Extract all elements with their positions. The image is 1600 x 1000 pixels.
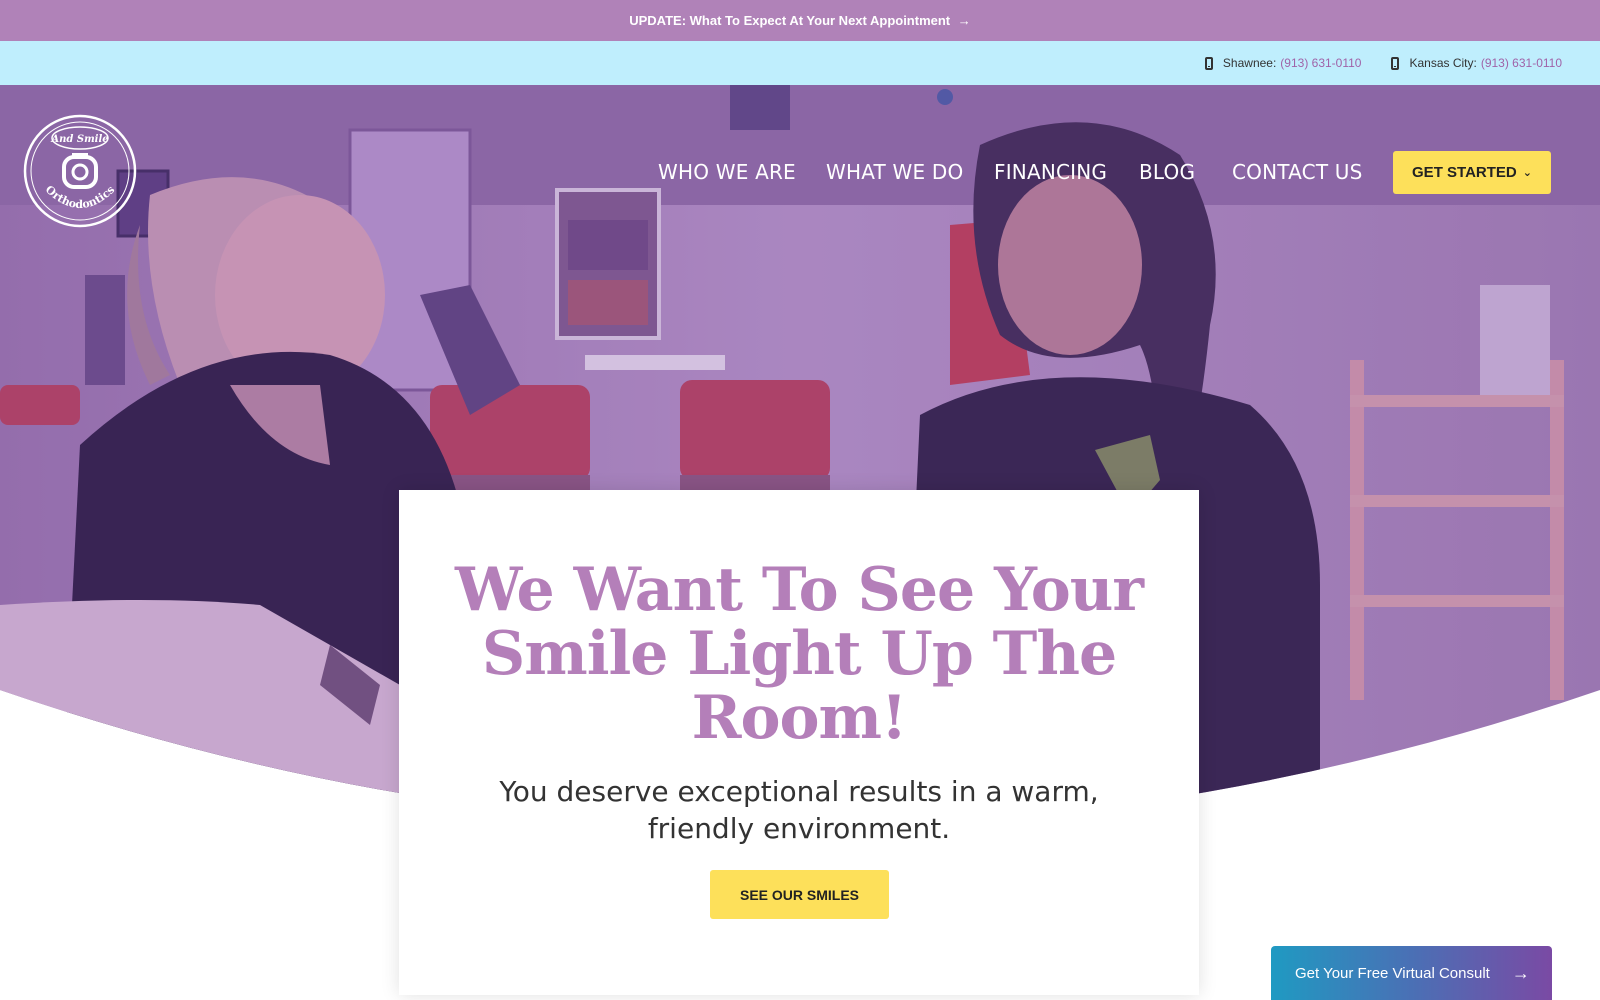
mobile-phone-icon: [1204, 56, 1213, 70]
arrow-right-icon: →: [957, 13, 971, 28]
mobile-phone-icon: [1391, 56, 1400, 70]
nav-who-we-are[interactable]: WHO WE ARE: [658, 160, 796, 184]
get-started-label: GET STARTED: [1412, 164, 1517, 181]
virtual-consult-button[interactable]: Get Your Free Virtual Consult →: [1271, 946, 1552, 1000]
hero-card: We Want To See Your Smile Light Up The R…: [399, 490, 1199, 995]
main-nav: WHO WE ARE WHAT WE DO FINANCING BLOG CON…: [0, 150, 1600, 194]
phone-bar: Shawnee: (913) 631-0110 Kansas City: (91…: [0, 41, 1600, 85]
chevron-down-icon: ⌄: [1522, 167, 1532, 179]
arrow-right-icon: →: [1511, 962, 1530, 983]
nav-contact-us[interactable]: CONTACT US: [1232, 160, 1363, 184]
get-started-button[interactable]: GET STARTED ⌄: [1393, 151, 1551, 194]
nav-blog[interactable]: BLOG: [1139, 160, 1195, 184]
phone-label: Shawnee:: [1222, 56, 1277, 70]
phone-number-link[interactable]: (913) 631-0110: [1280, 56, 1361, 70]
announcement-link[interactable]: UPDATE: What To Expect At Your Next Appo…: [629, 13, 971, 28]
see-our-smiles-button[interactable]: SEE OUR SMILES: [710, 870, 889, 919]
announcement-text: UPDATE: What To Expect At Your Next Appo…: [629, 13, 951, 28]
nav-financing[interactable]: FINANCING: [994, 160, 1107, 184]
phone-kansas-city: Kansas City: (913) 631-0110: [1391, 56, 1562, 70]
hero-subline: You deserve exceptional results in a war…: [499, 775, 1099, 845]
phone-shawnee: Shawnee: (913) 631-0110: [1204, 56, 1361, 70]
nav-what-we-do[interactable]: WHAT WE DO: [826, 160, 963, 184]
phone-number-link[interactable]: (913) 631-0110: [1481, 56, 1562, 70]
announcement-bar: UPDATE: What To Expect At Your Next Appo…: [0, 0, 1600, 41]
phone-label: Kansas City:: [1409, 56, 1477, 70]
virtual-consult-label: Get Your Free Virtual Consult: [1295, 964, 1490, 982]
hero-headline: We Want To See Your Smile Light Up The R…: [455, 555, 1144, 753]
logo-top-text: And Smile: [50, 134, 108, 145]
